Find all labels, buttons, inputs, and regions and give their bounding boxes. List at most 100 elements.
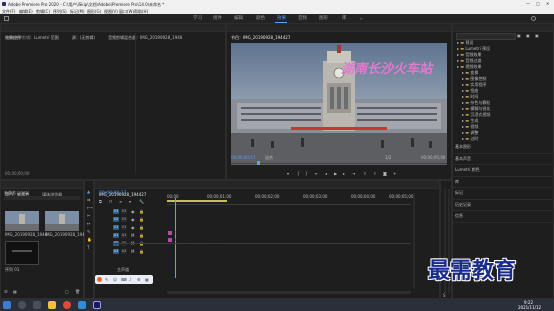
lock-track-icon[interactable]: 🔒 xyxy=(139,217,144,222)
project-search-input[interactable] xyxy=(4,196,80,200)
maximize-button[interactable]: □ xyxy=(536,1,540,6)
button-editor-icon[interactable]: + xyxy=(393,171,396,176)
tab-program[interactable]: 节目：IMG_20190928_194427 xyxy=(227,34,294,41)
project-thumbnail-1[interactable] xyxy=(5,211,39,231)
app-icon-1[interactable] xyxy=(78,301,86,309)
workspace-effects[interactable]: 效果 xyxy=(277,15,286,22)
step-back-icon[interactable]: ◂ xyxy=(325,171,327,176)
add-marker-icon[interactable]: ▾ xyxy=(129,199,131,204)
workspace-editing[interactable]: 编辑 xyxy=(234,15,243,22)
toolbar-icon-6[interactable]: ▦ xyxy=(145,277,149,282)
yuv-effects-icon[interactable]: ▣ xyxy=(535,33,539,38)
home-icon[interactable] xyxy=(4,16,9,21)
toolbar-icon-5[interactable]: ⚙ xyxy=(137,277,141,282)
panel-list-item[interactable]: Lumetri 颜色 xyxy=(453,165,554,177)
app-badge-icon[interactable] xyxy=(97,277,102,282)
program-current-time[interactable]: 00;00;00;17 xyxy=(231,155,255,160)
lift-icon[interactable]: ⇧ xyxy=(363,171,366,176)
solo-icon[interactable]: S xyxy=(443,293,446,298)
workspace-libraries[interactable]: 库 xyxy=(342,15,347,22)
minimize-button[interactable]: — xyxy=(526,1,530,6)
32bit-effects-icon[interactable]: ▣ xyxy=(526,33,530,38)
mute-icon[interactable]: M xyxy=(131,249,134,254)
toggle-output-icon[interactable]: ◉ xyxy=(131,209,135,214)
toolbar-icon-4[interactable]: ♪ xyxy=(129,277,132,282)
play-icon[interactable]: ▶ xyxy=(334,171,337,176)
menu-graphics[interactable]: 图形(G) xyxy=(87,9,101,14)
search-icon[interactable] xyxy=(18,301,26,309)
menu-clip[interactable]: 剪辑(C) xyxy=(36,9,50,14)
icon-view-icon[interactable]: ▦ xyxy=(13,289,17,294)
timeline-ruler[interactable]: 00;00 00;00;01;00 00;00;02;00 00;00;03;0… xyxy=(167,194,413,205)
fit-dropdown[interactable]: 适合 xyxy=(265,155,273,160)
timeline-vertical-scrollbar[interactable] xyxy=(413,193,415,289)
razor-tool-icon[interactable]: ✂ xyxy=(87,213,90,218)
playhead-marker[interactable] xyxy=(257,161,260,165)
track-target-toggle[interactable]: A1 xyxy=(113,233,119,238)
mark-in-icon[interactable]: { xyxy=(297,171,300,176)
timeline-horizontal-scrollbar[interactable] xyxy=(167,291,411,294)
panel-list-item[interactable]: 信息 xyxy=(453,211,554,223)
slip-tool-icon[interactable]: ↔ xyxy=(87,221,90,226)
workspace-graphics[interactable]: 图形 xyxy=(319,15,328,22)
menu-marker[interactable]: 标记(M) xyxy=(70,9,85,14)
accelerated-effects-icon[interactable]: ▣ xyxy=(517,33,521,38)
close-button[interactable]: ✕ xyxy=(546,1,549,6)
selection-tool-icon[interactable]: ▲ xyxy=(87,189,90,194)
toggle-output-icon[interactable]: ◉ xyxy=(131,225,135,230)
go-to-in-icon[interactable]: ⇤ xyxy=(315,171,318,176)
task-view-icon[interactable] xyxy=(33,301,41,309)
toolbar-icon-3[interactable]: ⌨ xyxy=(121,277,127,282)
panel-list-item[interactable]: 基本声音 xyxy=(453,154,554,165)
step-forward-icon[interactable]: ▸ xyxy=(343,171,345,176)
effects-search-input[interactable] xyxy=(456,33,516,40)
type-tool-icon[interactable]: T xyxy=(87,245,89,250)
lock-track-icon[interactable]: 🔒 xyxy=(139,225,144,230)
mute-icon[interactable]: M xyxy=(131,233,134,238)
timeline-clip-title[interactable]: 字幕 01 xyxy=(167,230,225,236)
lock-track-icon[interactable]: 🔒 xyxy=(139,209,144,214)
track-target-toggle[interactable]: V1 xyxy=(113,225,119,230)
menu-sequence[interactable]: 序列(S) xyxy=(53,9,67,14)
nest-icon[interactable]: ⧉ xyxy=(99,199,102,204)
workspace-color[interactable]: 颜色 xyxy=(256,15,265,22)
workspace-audio[interactable]: 音频 xyxy=(298,15,307,22)
track-select-tool-icon[interactable]: ⇉ xyxy=(87,197,90,202)
list-view-icon[interactable]: ☰ xyxy=(4,289,8,294)
lock-track-icon[interactable]: 🔒 xyxy=(139,233,144,238)
linked-selection-icon[interactable]: ∞ xyxy=(119,199,122,204)
track-target-toggle[interactable]: A3 xyxy=(113,249,119,254)
timeline-clip-image[interactable]: IMG_20190928_194427.jpg xyxy=(167,237,225,243)
toggle-output-icon[interactable]: ◉ xyxy=(131,217,135,222)
project-thumbnail-2[interactable] xyxy=(45,211,79,231)
timeline-timecode[interactable]: 00;00;00;17 xyxy=(99,191,126,197)
workspace-assembly[interactable]: 组件 xyxy=(213,15,222,22)
resolution-dropdown[interactable]: 1/2 xyxy=(385,155,391,160)
track-target-toggle[interactable]: V2 xyxy=(113,217,119,222)
menu-window[interactable]: 窗口(W) xyxy=(119,9,134,14)
menu-file[interactable]: 文件(F) xyxy=(2,9,15,14)
browser-icon[interactable] xyxy=(63,301,71,309)
hand-tool-icon[interactable]: ✋ xyxy=(87,237,92,242)
workspace-overflow-icon[interactable]: » xyxy=(360,16,362,21)
snap-icon[interactable]: ⊓ xyxy=(109,199,112,204)
panel-list-item[interactable]: 库 xyxy=(453,177,554,188)
track-target-toggle[interactable]: V3 xyxy=(113,209,119,214)
new-item-icon[interactable]: ▢ xyxy=(65,289,69,294)
menu-help[interactable]: 帮助(H) xyxy=(134,9,148,14)
menu-view[interactable]: 视图(V) xyxy=(104,9,118,14)
go-to-out-icon[interactable]: ⇥ xyxy=(352,171,355,176)
lock-track-icon[interactable]: 🔒 xyxy=(139,249,144,254)
toolbar-icon-1[interactable]: ✎ xyxy=(105,277,108,282)
extract-icon[interactable]: ⇪ xyxy=(373,171,376,176)
settings-icon[interactable]: 🔧 xyxy=(139,199,144,204)
ripple-edit-tool-icon[interactable]: ⟷ xyxy=(87,205,93,210)
toolbar-icon-2[interactable]: ☺ xyxy=(113,277,117,282)
panel-list-item[interactable]: 历史记录 xyxy=(453,200,554,211)
mark-out-icon[interactable]: } xyxy=(305,171,308,176)
start-icon[interactable] xyxy=(3,301,11,309)
search-icon[interactable] xyxy=(531,16,536,21)
work-area-bar[interactable] xyxy=(167,200,227,202)
menu-edit[interactable]: 编辑(E) xyxy=(19,9,33,14)
panel-list-item[interactable]: 基本图形 xyxy=(453,142,554,154)
